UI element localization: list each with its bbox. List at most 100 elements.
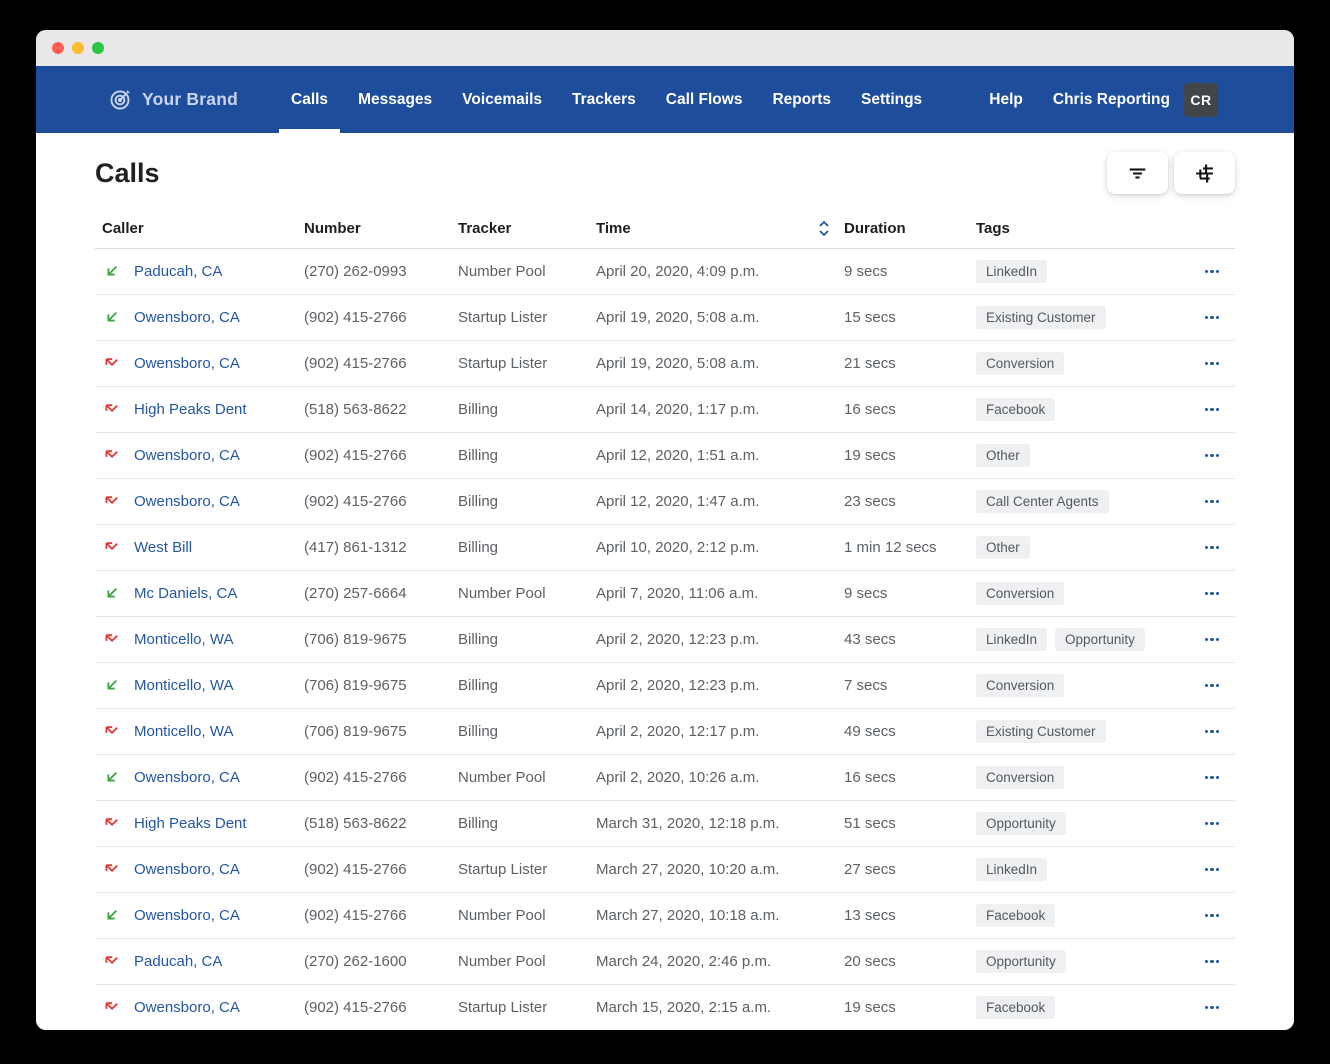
time-cell: April 19, 2020, 5:08 a.m.: [596, 355, 760, 372]
missed-call-icon: [103, 815, 120, 832]
nav-tab-voicemails[interactable]: Voicemails: [448, 66, 556, 133]
row-actions-button[interactable]: [1203, 816, 1222, 832]
window-titlebar: [36, 30, 1294, 66]
minimize-window-button[interactable]: [72, 42, 84, 54]
caller-link[interactable]: Owensboro, CA: [134, 493, 240, 510]
tags-cell: Other: [976, 536, 1187, 559]
tags-cell: Conversion: [976, 582, 1187, 605]
number-cell: (706) 819-9675: [304, 723, 407, 740]
row-actions-button[interactable]: [1203, 678, 1222, 694]
duration-cell: 16 secs: [844, 401, 896, 418]
inbound-call-icon: [103, 907, 120, 924]
caller-link[interactable]: Owensboro, CA: [134, 907, 240, 924]
caller-link[interactable]: Monticello, WA: [134, 631, 233, 648]
nav-tab-calls[interactable]: Calls: [277, 66, 342, 133]
caller-link[interactable]: Owensboro, CA: [134, 769, 240, 786]
row-actions-button[interactable]: [1203, 908, 1222, 924]
caller-link[interactable]: Paducah, CA: [134, 263, 222, 280]
missed-call-icon: [103, 953, 120, 970]
nav-tab-reports[interactable]: Reports: [758, 66, 845, 133]
nav-tab-settings[interactable]: Settings: [847, 66, 936, 133]
number-cell: (270) 257-6664: [304, 585, 407, 602]
tracker-cell: Billing: [458, 493, 499, 510]
duration-cell: 7 secs: [844, 677, 888, 694]
row-actions-button[interactable]: [1203, 632, 1222, 648]
time-cell: April 20, 2020, 4:09 p.m.: [596, 263, 760, 280]
row-actions-button[interactable]: [1203, 724, 1222, 740]
number-cell: (902) 415-2766: [304, 861, 407, 878]
duration-cell: 19 secs: [844, 447, 896, 464]
caller-link[interactable]: High Peaks Dent: [134, 401, 247, 418]
tag-pill: Facebook: [976, 904, 1056, 927]
caller-link[interactable]: Owensboro, CA: [134, 355, 240, 372]
row-actions-button[interactable]: [1203, 954, 1222, 970]
tags-cell: Existing Customer: [976, 720, 1187, 743]
help-link[interactable]: Help: [989, 91, 1023, 109]
nav-tab-call-flows[interactable]: Call Flows: [652, 66, 757, 133]
time-cell: March 15, 2020, 2:15 a.m.: [596, 999, 772, 1016]
time-cell: March 31, 2020, 12:18 p.m.: [596, 815, 780, 832]
tracker-cell: Billing: [458, 539, 499, 556]
number-cell: (518) 563-8622: [304, 815, 407, 832]
tag-pill: Facebook: [976, 996, 1056, 1019]
caller-link[interactable]: Monticello, WA: [134, 723, 233, 740]
missed-call-icon: [103, 539, 120, 556]
row-actions-button[interactable]: [1203, 402, 1222, 418]
row-actions-button[interactable]: [1203, 586, 1222, 602]
row-actions-button[interactable]: [1203, 448, 1222, 464]
tag-pill: Opportunity: [976, 950, 1066, 973]
missed-call-icon: [103, 447, 120, 464]
caller-link[interactable]: Owensboro, CA: [134, 447, 240, 464]
tracker-cell: Startup Lister: [458, 309, 548, 326]
tracker-cell: Billing: [458, 401, 499, 418]
tracker-cell: Number Pool: [458, 585, 546, 602]
brand-logo[interactable]: Your Brand: [108, 66, 238, 133]
missed-call-icon: [103, 723, 120, 740]
time-cell: April 19, 2020, 5:08 a.m.: [596, 309, 760, 326]
row-actions-button[interactable]: [1203, 356, 1222, 372]
number-cell: (902) 415-2766: [304, 355, 407, 372]
missed-call-icon: [103, 631, 120, 648]
caller-link[interactable]: Owensboro, CA: [134, 861, 240, 878]
nav-tab-trackers[interactable]: Trackers: [558, 66, 650, 133]
number-cell: (902) 415-2766: [304, 309, 407, 326]
caller-link[interactable]: Paducah, CA: [134, 953, 222, 970]
column-header-time[interactable]: Time: [596, 220, 844, 237]
row-actions-button[interactable]: [1203, 770, 1222, 786]
column-header-tracker: Tracker: [458, 220, 512, 237]
inbound-call-icon: [103, 769, 120, 786]
number-cell: (706) 819-9675: [304, 631, 407, 648]
time-cell: April 10, 2020, 2:12 p.m.: [596, 539, 760, 556]
number-cell: (902) 415-2766: [304, 769, 407, 786]
row-actions-button[interactable]: [1203, 862, 1222, 878]
caller-link[interactable]: High Peaks Dent: [134, 815, 247, 832]
row-actions-button[interactable]: [1203, 540, 1222, 556]
user-menu-link[interactable]: Chris Reporting: [1053, 91, 1170, 109]
tracker-cell: Billing: [458, 631, 499, 648]
row-actions-button[interactable]: [1203, 264, 1222, 280]
table-row: Monticello, WA (706) 819-9675 Billing April…: [95, 617, 1235, 663]
row-actions-button[interactable]: [1203, 1000, 1222, 1016]
column-settings-button[interactable]: [1174, 152, 1235, 194]
nav-tab-messages[interactable]: Messages: [344, 66, 446, 133]
inbound-call-icon: [103, 309, 120, 326]
caller-link[interactable]: Mc Daniels, CA: [134, 585, 237, 602]
sort-arrows-icon[interactable]: [818, 220, 830, 237]
caller-link[interactable]: West Bill: [134, 539, 192, 556]
caller-link[interactable]: Owensboro, CA: [134, 999, 240, 1016]
close-window-button[interactable]: [52, 42, 64, 54]
tag-pill: Opportunity: [1055, 628, 1145, 651]
tracker-cell: Number Pool: [458, 953, 546, 970]
tracker-cell: Number Pool: [458, 263, 546, 280]
tag-pill: LinkedIn: [976, 628, 1048, 651]
zoom-window-button[interactable]: [92, 42, 104, 54]
user-avatar[interactable]: CR: [1184, 82, 1218, 117]
column-header-tags: Tags: [976, 220, 1010, 237]
row-actions-button[interactable]: [1203, 310, 1222, 326]
row-actions-button[interactable]: [1203, 494, 1222, 510]
filter-button[interactable]: [1107, 152, 1168, 194]
caller-link[interactable]: Owensboro, CA: [134, 309, 240, 326]
caller-link[interactable]: Monticello, WA: [134, 677, 233, 694]
top-nav: Your Brand Calls Messages Voicemails Tracke…: [36, 66, 1294, 133]
duration-cell: 9 secs: [844, 585, 888, 602]
